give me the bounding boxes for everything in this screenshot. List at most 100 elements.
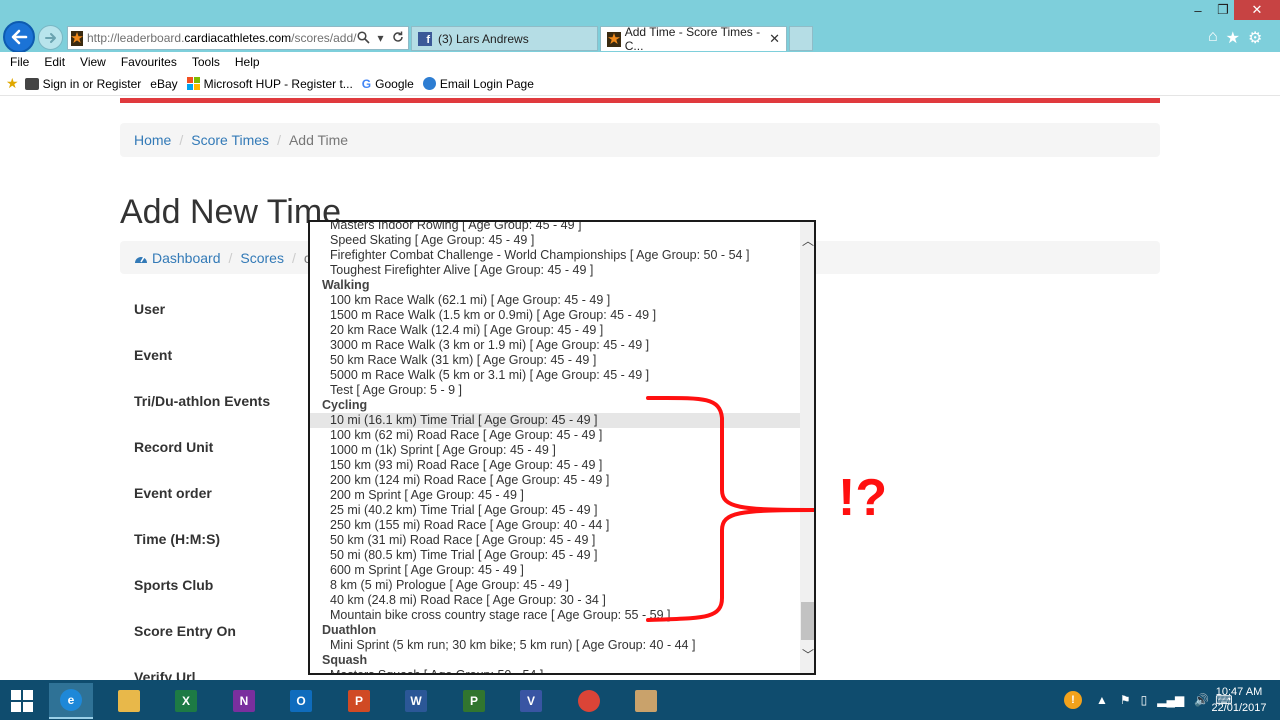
favourite-sign-in[interactable]: Sign in or Register bbox=[24, 77, 141, 91]
taskbar-app-onenote[interactable]: N bbox=[222, 683, 266, 719]
clock-time: 10:47 AM bbox=[1215, 686, 1263, 698]
internet-explorer-icon bbox=[422, 77, 436, 90]
battery-icon[interactable]: ▯ bbox=[1141, 693, 1148, 707]
minimize-button[interactable]: – bbox=[1184, 0, 1212, 20]
url-path: /scores/add/ bbox=[291, 31, 357, 45]
event-option[interactable]: 5000 m Race Walk (5 km or 3.1 mi) [ Age … bbox=[310, 368, 800, 383]
field-label-score-entry-on: Score Entry On bbox=[134, 623, 236, 639]
dropdown-arrow-icon[interactable]: ▾ bbox=[378, 31, 384, 45]
taskbar-app-word[interactable]: W bbox=[394, 683, 438, 719]
field-label-time: Time (H:M:S) bbox=[134, 531, 221, 547]
forward-button[interactable] bbox=[38, 25, 63, 50]
breadcrumb-home[interactable]: Home bbox=[134, 132, 171, 148]
show-hidden-icons-chevron-icon[interactable]: ▲ bbox=[1096, 693, 1108, 707]
taskbar-app-powerpoint[interactable]: P bbox=[337, 683, 381, 719]
taskbar-clock[interactable]: 10:47 AM 22/01/2017 bbox=[1204, 684, 1274, 716]
event-option[interactable]: Toughest Firefighter Alive [ Age Group: … bbox=[310, 263, 800, 278]
windows-start-icon[interactable] bbox=[11, 690, 33, 712]
breadcrumb-dashboard[interactable]: Dashboard bbox=[152, 250, 221, 266]
event-option[interactable]: 20 km Race Walk (12.4 mi) [ Age Group: 4… bbox=[310, 323, 800, 338]
refresh-icon[interactable] bbox=[392, 31, 404, 43]
red-brace-annotation bbox=[646, 395, 815, 622]
event-option[interactable]: Firefighter Combat Challenge - World Cha… bbox=[310, 248, 800, 263]
field-label-event: Event bbox=[134, 347, 173, 363]
facebook-icon: f bbox=[418, 31, 432, 46]
event-option[interactable]: Masters Squash [ Age Group: 50 - 54 ] bbox=[310, 668, 800, 673]
dashboard-icon bbox=[135, 256, 147, 263]
excel-icon: X bbox=[175, 690, 197, 712]
breadcrumb-score-times[interactable]: Score Times bbox=[191, 132, 269, 148]
address-bar[interactable]: http://leaderboard. cardiacathletes.com/s… bbox=[67, 26, 409, 50]
header-accent-bar bbox=[120, 98, 1160, 103]
taskbar-app-outlook[interactable]: O bbox=[279, 683, 323, 719]
event-option[interactable]: 3000 m Race Walk (3 km or 1.9 mi) [ Age … bbox=[310, 338, 800, 353]
url-prefix: http://leaderboard. bbox=[87, 31, 185, 45]
outlook-icon: O bbox=[290, 690, 312, 712]
breadcrumb: Home / Score Times / Add Time bbox=[120, 123, 1160, 157]
menu-edit[interactable]: Edit bbox=[44, 55, 65, 69]
field-label-record-unit: Record Unit bbox=[134, 439, 214, 455]
close-window-button[interactable]: ✕ bbox=[1234, 0, 1280, 20]
site-favicon-icon bbox=[71, 30, 83, 46]
taskbar-app-project[interactable]: P bbox=[452, 683, 496, 719]
event-option[interactable]: Mini Sprint (5 km run; 30 km bike; 5 km … bbox=[310, 638, 800, 653]
field-label-sports-club: Sports Club bbox=[134, 577, 214, 593]
menu-favourites[interactable]: Favourites bbox=[121, 55, 177, 69]
restore-button[interactable]: ❐ bbox=[1212, 0, 1234, 20]
menu-tools[interactable]: Tools bbox=[192, 55, 220, 69]
favourite-email-login[interactable]: Email Login Page bbox=[422, 77, 534, 91]
add-favourite-star-icon[interactable]: ★ bbox=[6, 75, 19, 92]
field-label-triathlon-events: Tri/Du-athlon Events bbox=[134, 393, 271, 409]
internet-explorer-icon: e bbox=[60, 689, 82, 711]
taskbar-app-visio[interactable]: V bbox=[509, 683, 553, 719]
tab-label: (3) Lars Andrews bbox=[438, 31, 529, 46]
menu-help[interactable]: Help bbox=[235, 55, 260, 69]
event-option[interactable]: 100 km Race Walk (62.1 mi) [ Age Group: … bbox=[310, 293, 800, 308]
arrow-right-icon bbox=[44, 32, 56, 43]
warning-shield-icon[interactable]: ! bbox=[1064, 691, 1082, 709]
site-favicon-icon bbox=[607, 31, 621, 47]
home-icon[interactable]: ⌂ bbox=[1208, 28, 1218, 48]
annotation-text: !? bbox=[838, 469, 888, 527]
new-tab-button[interactable] bbox=[789, 26, 813, 51]
option-group-label: Squash bbox=[322, 653, 368, 667]
menu-file[interactable]: File bbox=[10, 55, 29, 69]
scroll-down-chevron-icon[interactable]: ﹀ bbox=[800, 646, 814, 662]
favourites-star-icon[interactable]: ★ bbox=[1226, 28, 1240, 48]
breadcrumb-add-time: Add Time bbox=[288, 132, 349, 148]
favourite-microsoft-hup[interactable]: Microsoft HUP - Register t... bbox=[186, 77, 353, 91]
event-option[interactable]: 1500 m Race Walk (1.5 km or 0.9mi) [ Age… bbox=[310, 308, 800, 323]
close-tab-icon[interactable]: ✕ bbox=[769, 31, 780, 47]
favourite-ebay[interactable]: eBay bbox=[150, 77, 177, 91]
menu-view[interactable]: View bbox=[80, 55, 106, 69]
tab-facebook[interactable]: f (3) Lars Andrews bbox=[411, 26, 598, 51]
taskbar-app-excel[interactable]: X bbox=[164, 683, 208, 719]
visio-icon: V bbox=[520, 690, 542, 712]
url-domain: cardiacathletes.com bbox=[184, 31, 292, 45]
option-group-label: Walking bbox=[322, 278, 370, 292]
file-explorer-icon bbox=[118, 690, 140, 712]
breadcrumb-scores[interactable]: Scores bbox=[240, 250, 284, 266]
event-option[interactable]: Speed Skating [ Age Group: 45 - 49 ] bbox=[310, 233, 800, 248]
field-label-user: User bbox=[134, 301, 166, 317]
menu-bar: File Edit View Favourites Tools Help bbox=[0, 52, 1280, 72]
taskbar-app-internet-explorer[interactable]: e bbox=[49, 683, 93, 719]
flag-icon[interactable]: ⚑ bbox=[1120, 693, 1131, 707]
powerpoint-icon: P bbox=[348, 690, 370, 712]
microsoft-logo-icon bbox=[186, 77, 200, 90]
search-icon[interactable] bbox=[356, 31, 370, 44]
taskbar-app-file-explorer[interactable] bbox=[107, 683, 151, 719]
taskbar-app-chrome[interactable] bbox=[567, 683, 611, 719]
event-option[interactable]: Masters Indoor Rowing [ Age Group: 45 - … bbox=[310, 222, 800, 233]
windows-taskbar: eXNOPWPV ! ▲ ⚑ ▯ ▂▄▆ 🔊 ⌨ 10:47 AM 22/01/… bbox=[0, 680, 1280, 720]
settings-gear-icon[interactable]: ⚙ bbox=[1248, 28, 1262, 48]
tab-label: Add Time - Score Times - C... bbox=[624, 25, 761, 53]
back-button[interactable] bbox=[3, 21, 35, 53]
event-option[interactable]: 50 km Race Walk (31 km) [ Age Group: 45 … bbox=[310, 353, 800, 368]
scroll-up-chevron-icon[interactable]: ︿ bbox=[800, 232, 814, 248]
tab-add-time[interactable]: Add Time - Score Times - C... ✕ bbox=[600, 25, 787, 53]
network-signal-icon[interactable]: ▂▄▆ bbox=[1157, 693, 1184, 707]
taskbar-app-paint[interactable] bbox=[624, 683, 668, 719]
favourite-google[interactable]: G Google bbox=[362, 77, 414, 91]
field-label-event-order: Event order bbox=[134, 485, 212, 501]
